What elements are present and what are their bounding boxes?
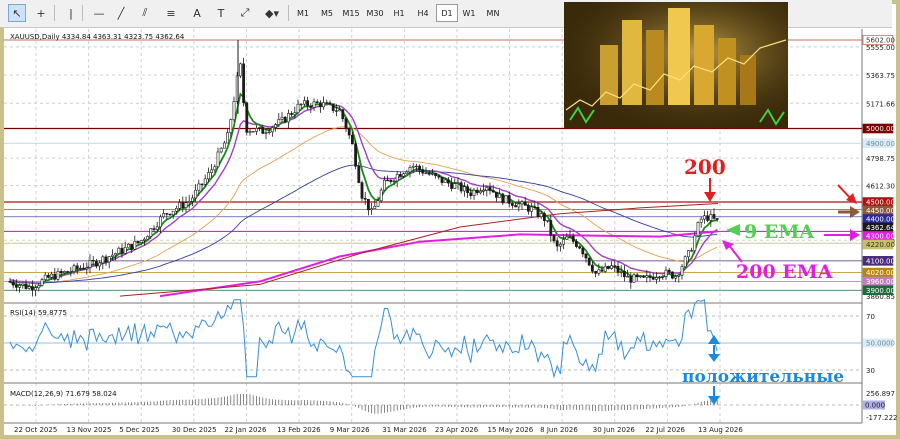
- price-tick: 4798.75: [866, 155, 895, 163]
- time-tick: 5 Dec 2025: [119, 426, 159, 434]
- time-tick: 22 Oct 2025: [14, 426, 57, 434]
- price-label: 4300.00: [862, 231, 895, 241]
- price-label-text: 4300.00: [866, 233, 895, 241]
- rsi-tick: 30: [866, 367, 875, 375]
- positive-annotation: положительные: [682, 367, 844, 387]
- ema9-annotation: 9 EMA: [744, 221, 814, 243]
- price-label: 5000.00: [862, 123, 895, 134]
- rsi-level-label: 50.0000: [863, 338, 895, 348]
- price-label-text: 4100.00: [866, 257, 895, 265]
- price-label: 4500.00: [862, 197, 895, 207]
- svg-text:50.0000: 50.0000: [866, 340, 895, 348]
- price-label: 4362.64: [862, 222, 895, 233]
- candle: [379, 187, 383, 203]
- time-tick: 22 Jan 2026: [224, 426, 267, 434]
- price-tick: 5171.66: [866, 100, 895, 108]
- time-tick: 15 May 2026: [488, 426, 534, 434]
- rsi-tick: 70: [866, 313, 875, 321]
- price-label: 4900.00: [862, 138, 895, 149]
- candle: [360, 180, 364, 202]
- price-label: 3960.00: [862, 276, 895, 287]
- price-label-text: 4220.00: [866, 241, 895, 249]
- price-tick: 5363.75: [866, 72, 895, 80]
- macd-tick: 256.897: [866, 390, 895, 398]
- price-label-text: 5000.00: [866, 125, 895, 133]
- candle: [587, 257, 591, 267]
- price-label: 4450.00: [862, 205, 895, 216]
- price-label-text: 3960.00: [866, 278, 895, 286]
- candle: [245, 101, 249, 136]
- candle: [696, 221, 700, 238]
- macd-zero-label: 0.000: [863, 400, 885, 410]
- price-label-text: 4400.00: [866, 216, 895, 224]
- price-label-text: 5602.00: [866, 37, 895, 45]
- price-label-text: 4450.00: [866, 207, 895, 215]
- price-label: 5602.00: [862, 35, 895, 45]
- price-label: 3900.00: [862, 285, 895, 296]
- time-tick: 13 Feb 2026: [277, 426, 321, 434]
- gold-bars-image: [564, 2, 788, 128]
- candle: [501, 192, 505, 205]
- price-label-text: 4900.00: [866, 140, 895, 148]
- candle: [606, 265, 610, 270]
- time-tick: 13 Nov 2025: [67, 426, 112, 434]
- price-label: 4220.00: [862, 239, 895, 250]
- price-label-text: 4500.00: [866, 199, 895, 207]
- price-tick: 4612.30: [866, 183, 895, 191]
- macd-label: MACD(12,26,9) 71.679 58.024: [10, 390, 117, 398]
- candle: [670, 271, 674, 280]
- price-label-text: 4362.64: [866, 224, 895, 232]
- macd-tick: -177.222: [866, 414, 897, 422]
- symbol-info-label: XAUUSD,Daily 4334.84 4363.31 4323.75 436…: [10, 33, 185, 41]
- price-label: 4100.00: [862, 256, 895, 266]
- candle: [683, 255, 687, 268]
- time-tick: 8 Jun 2026: [540, 426, 578, 434]
- ema200-annotation: 200 EMA: [736, 261, 833, 283]
- time-tick: 13 Aug 2026: [698, 426, 743, 434]
- price-label-text: 4020.00: [866, 269, 895, 277]
- ma200-annotation: 200: [684, 155, 726, 179]
- price-label: 4400.00: [862, 214, 895, 224]
- candle: [239, 62, 242, 79]
- price-label: 4020.00: [862, 267, 895, 278]
- chart-area[interactable]: XAUUSD,Daily 4334.84 4363.31 4323.75 436…: [0, 0, 900, 439]
- time-tick: 30 Dec 2025: [172, 426, 217, 434]
- candle: [504, 195, 508, 204]
- price-label-text: 3900.00: [866, 287, 895, 295]
- candle: [354, 140, 358, 170]
- time-tick: 31 Mar 2026: [382, 426, 427, 434]
- rsi-label: RSI(14) 59.8775: [10, 309, 67, 317]
- price-tick: 5555.00: [866, 44, 895, 52]
- time-tick: 30 Jun 2026: [593, 426, 636, 434]
- svg-text:0.000: 0.000: [865, 402, 885, 410]
- candle: [251, 131, 255, 133]
- time-tick: 22 Jul 2026: [645, 426, 685, 434]
- candle: [242, 57, 246, 107]
- time-tick: 9 Mar 2026: [330, 426, 370, 434]
- price-axis: 5555.005363.755171.664798.754612.304240.…: [862, 35, 897, 422]
- time-tick: 23 Apr 2026: [435, 426, 479, 434]
